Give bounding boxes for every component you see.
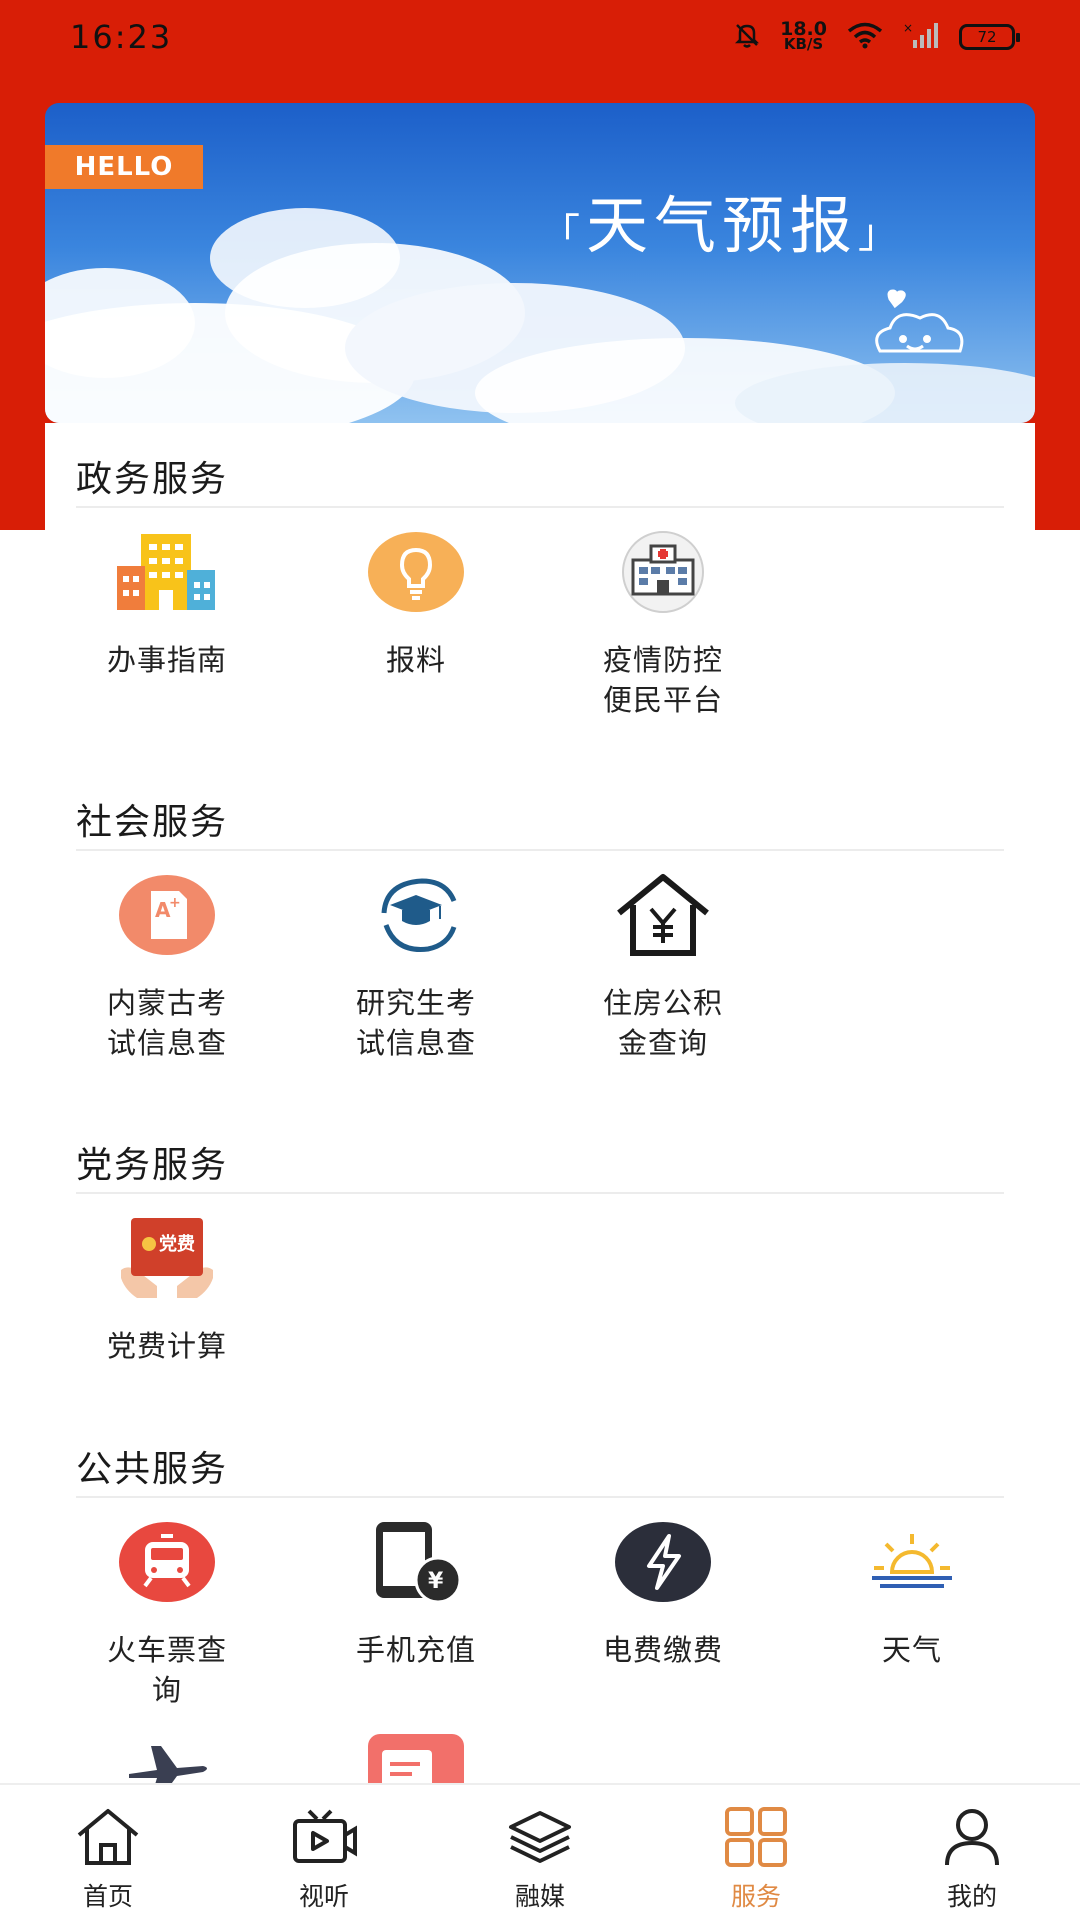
exam-grade-icon: A + (117, 873, 217, 957)
phone-recharge-icon: ¥ (366, 1520, 466, 1604)
tab-services[interactable]: 服务 (648, 1785, 864, 1920)
tab-mine[interactable]: 我的 (864, 1785, 1080, 1920)
recharge-yuan-badge: ¥ (428, 1569, 444, 1594)
grid-icon (723, 1807, 789, 1867)
lightning-icon (613, 1520, 713, 1604)
service-label: 电费缴费 (602, 1633, 723, 1667)
service-label: 手机充值 (355, 1633, 476, 1667)
document-icon (366, 1734, 466, 1784)
service-item-electricity[interactable]: 电费缴费 (563, 1520, 763, 1670)
status-time: 16:23 (70, 18, 173, 56)
wifi-icon (845, 20, 885, 54)
battery-icon: 72 (959, 24, 1020, 50)
tv-play-icon (291, 1807, 357, 1867)
section-divider (76, 506, 1004, 508)
service-label-line1: 火车票查 (106, 1633, 227, 1667)
service-label: 研究生考 试信息查 (316, 983, 516, 1063)
service-label: 疫情防控 便民平台 (563, 640, 763, 720)
section-title-public: 公共服务 (76, 1449, 229, 1490)
party-fee-badge: 党费 (159, 1233, 195, 1255)
service-item-train-ticket[interactable]: 火车票查 询 (67, 1520, 267, 1710)
service-item-nmg-exam[interactable]: A + 内蒙古考 试信息查 (67, 873, 267, 1063)
section-divider (76, 1496, 1004, 1498)
service-item-weather[interactable]: 天气 (812, 1520, 1012, 1670)
tab-label: 我的 (946, 1882, 997, 1911)
party-fee-icon: 党费 (117, 1216, 217, 1300)
graduation-cap-icon (366, 873, 466, 957)
tab-label: 视听 (298, 1882, 349, 1911)
service-label-line2: 试信息查 (106, 1026, 227, 1060)
lightbulb-icon (366, 530, 466, 614)
service-label-line1: 疫情防控 (602, 643, 723, 677)
service-label-line2: 试信息查 (355, 1026, 476, 1060)
section-divider (76, 1192, 1004, 1194)
signal-icon: × (903, 20, 941, 54)
status-bar: 16:23 18.0 KB/S × 72 (0, 0, 1080, 80)
service-label: 党费计算 (106, 1329, 227, 1363)
service-label: 办事指南 (106, 643, 227, 677)
buildings-icon (117, 530, 217, 614)
service-label: 火车票查 询 (67, 1630, 267, 1710)
section-title-gov: 政务服务 (76, 459, 229, 500)
airplane-icon (117, 1734, 217, 1784)
mute-icon (732, 20, 762, 54)
status-icons: 18.0 KB/S × 72 (732, 20, 1020, 54)
svg-text:×: × (903, 21, 913, 35)
sunrise-icon (862, 1520, 962, 1604)
tab-home[interactable]: 首页 (0, 1785, 216, 1920)
section-divider (76, 849, 1004, 851)
net-speed: 18.0 KB/S (780, 20, 827, 53)
user-icon (939, 1807, 1005, 1867)
banner-bracket-right: 」 (858, 211, 905, 257)
service-label: 报料 (385, 643, 446, 677)
service-item-phone-recharge[interactable]: ¥ 手机充值 (316, 1520, 516, 1670)
tab-label: 首页 (82, 1882, 133, 1911)
service-label: 住房公积 金查询 (563, 983, 763, 1063)
banner-title: 「天气预报」 (540, 175, 904, 265)
service-item-flight-partial[interactable] (67, 1734, 267, 1784)
service-item-guide[interactable]: 办事指南 (67, 530, 267, 680)
service-item-grad-exam[interactable]: 研究生考 试信息查 (316, 873, 516, 1063)
service-item-housing-fund[interactable]: 住房公积 金查询 (563, 873, 763, 1063)
tab-fusion-media[interactable]: 融媒 (432, 1785, 648, 1920)
hospital-icon (613, 530, 713, 614)
service-label-line1: 内蒙古考 (106, 986, 227, 1020)
train-icon (117, 1520, 217, 1604)
service-item-report[interactable]: 报料 (316, 530, 516, 680)
battery-level: 72 (977, 28, 997, 46)
layers-icon (507, 1807, 573, 1867)
house-yuan-icon (613, 873, 713, 957)
tab-label: 融媒 (514, 1882, 565, 1911)
service-item-epidemic[interactable]: 疫情防控 便民平台 (563, 530, 763, 720)
banner-title-text: 天气预报 (586, 189, 859, 262)
service-label-line1: 住房公积 (602, 986, 723, 1020)
tab-label: 服务 (730, 1882, 781, 1911)
service-label-line2: 便民平台 (602, 683, 723, 717)
service-item-party-fee[interactable]: 党费 党费计算 (67, 1216, 267, 1366)
weather-banner[interactable]: HELLO 「天气预报」 (45, 103, 1035, 423)
service-label: 天气 (881, 1633, 942, 1667)
banner-tag: HELLO (45, 145, 203, 189)
service-item-partial[interactable] (316, 1734, 516, 1784)
service-label-line2: 金查询 (617, 1026, 708, 1060)
banner-bracket-left: 「 (540, 211, 586, 257)
home-icon (75, 1807, 141, 1867)
bottom-tab-bar: 首页 视听 融媒 服务 我的 (0, 1783, 1080, 1920)
tab-media[interactable]: 视听 (216, 1785, 432, 1920)
service-label: 内蒙古考 试信息查 (67, 983, 267, 1063)
service-label-line1: 研究生考 (355, 986, 476, 1020)
app-screen: 16:23 18.0 KB/S × 72 HELLO 「天气预报」 政务服务 办… (0, 0, 1080, 1920)
svg-text:+: + (169, 895, 181, 911)
net-speed-unit: KB/S (783, 35, 824, 53)
service-label-line2: 询 (151, 1673, 182, 1707)
section-title-party: 党务服务 (76, 1145, 229, 1186)
section-title-social: 社会服务 (76, 802, 229, 843)
